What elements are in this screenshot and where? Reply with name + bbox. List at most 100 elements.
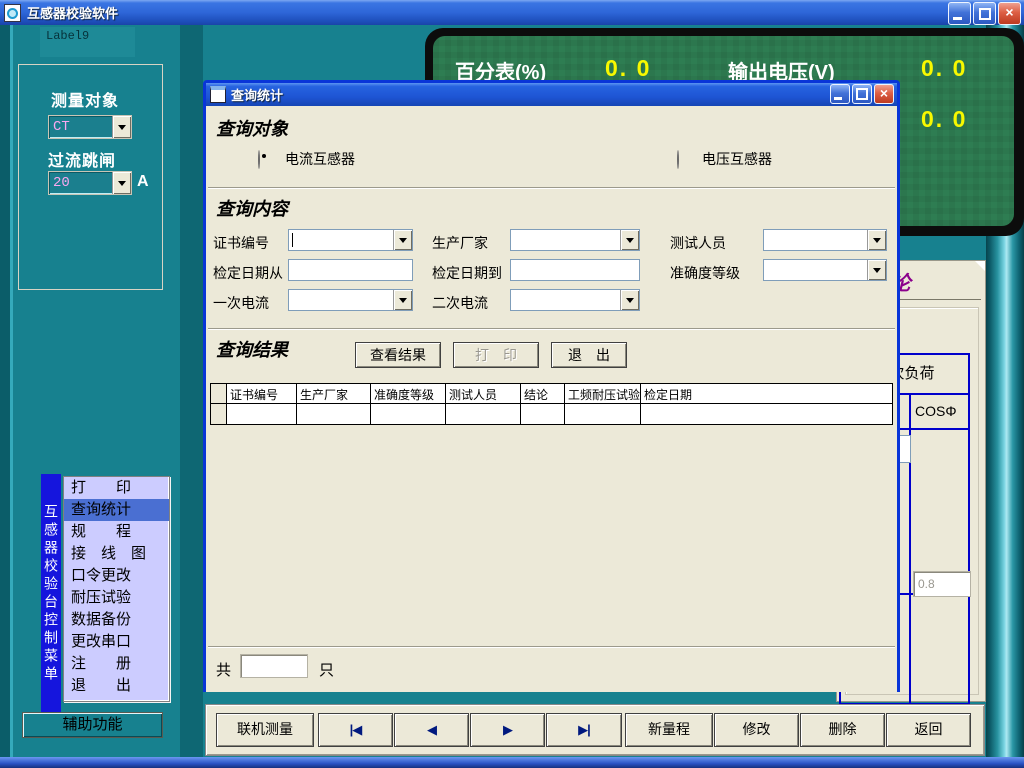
secondary-current-dropdown-button[interactable]: [620, 290, 639, 310]
window-left-edge-highlight: [10, 25, 13, 768]
close-button[interactable]: ×: [998, 2, 1021, 25]
online-measure-button[interactable]: 联机测量: [216, 713, 314, 747]
panel-fold-corner: [975, 261, 985, 271]
primary-current-dropdown-button[interactable]: [393, 290, 412, 310]
radio-current-transformer[interactable]: [258, 150, 260, 169]
radio-voltage-transformer[interactable]: [677, 150, 679, 169]
lcd-voltage-value: 0. 0: [921, 55, 967, 82]
primary-current-combobox[interactable]: [288, 289, 413, 311]
chevron-down-icon: [118, 125, 126, 130]
nav-first-icon: |◀: [350, 722, 362, 737]
dialog-minimize-button[interactable]: [830, 84, 850, 104]
nav-last-icon: ▶|: [578, 722, 590, 737]
accuracy-combobox[interactable]: [763, 259, 887, 281]
row-selector-cell: [211, 404, 227, 424]
dialog-body: 查询对象 电流互感器 电压互感器 查询内容 证书编号 生产厂家 测试人员 检定日…: [206, 106, 897, 692]
trip-combobox[interactable]: 20: [48, 171, 132, 195]
cos-phi-input-top[interactable]: [913, 571, 971, 597]
menu-item-password-change[interactable]: 口令更改: [64, 565, 169, 587]
total-label: 共: [216, 659, 231, 680]
menu-item-data-backup[interactable]: 数据备份: [64, 609, 169, 631]
col-header-tester: 测试人员: [446, 384, 521, 403]
date-to-input[interactable]: [510, 259, 640, 281]
secondary-current-label: 二次电流: [432, 293, 488, 313]
menu-item-exit[interactable]: 退 出: [64, 675, 169, 697]
date-to-label: 检定日期到: [432, 263, 502, 283]
trip-unit-label: A: [137, 173, 149, 191]
manufacturer-dropdown-button[interactable]: [620, 230, 639, 250]
results-grid-header-row: 证书编号 生产厂家 准确度等级 测试人员 结论 工频耐压试验 检定日期: [211, 384, 892, 404]
nav-prev-button[interactable]: ◀: [394, 713, 469, 747]
trip-dropdown-button[interactable]: [112, 172, 131, 194]
dialog-maximize-button[interactable]: [852, 84, 872, 104]
chevron-down-icon: [118, 181, 126, 186]
aux-function-button[interactable]: 辅助功能: [22, 712, 163, 738]
section-divider: [208, 328, 895, 330]
menu-item-query-stats[interactable]: 查询统计: [64, 499, 169, 521]
unit-label: 只: [319, 659, 334, 680]
nav-prev-icon: ◀: [427, 722, 436, 737]
lcd-voltage-value-2: 0. 0: [921, 106, 967, 133]
modify-button[interactable]: 修改: [714, 713, 799, 747]
menu-item-serial-port[interactable]: 更改串口: [64, 631, 169, 653]
nav-first-button[interactable]: |◀: [318, 713, 393, 747]
minimize-icon: [834, 97, 842, 100]
radio-voltage-transformer-label[interactable]: 电压互感器: [702, 149, 772, 169]
minimize-icon: [953, 17, 962, 20]
chevron-down-icon: [873, 268, 881, 273]
tester-dropdown-button[interactable]: [867, 230, 886, 250]
menu-item-regulation[interactable]: 规 程: [64, 521, 169, 543]
nav-last-button[interactable]: ▶|: [546, 713, 622, 747]
footer-divider: [208, 646, 895, 648]
restore-button[interactable]: [973, 2, 996, 25]
chevron-down-icon: [399, 298, 407, 303]
measurement-panel: 测量对象 CT 过流跳闸 20 A: [18, 64, 163, 290]
maximize-icon: [856, 88, 868, 100]
col-header-date: 检定日期: [641, 384, 892, 403]
nav-next-button[interactable]: ▶: [470, 713, 545, 747]
chevron-down-icon: [626, 298, 634, 303]
col-header-conclusion: 结论: [521, 384, 565, 403]
total-count-input[interactable]: [240, 654, 308, 678]
dialog-close-button[interactable]: ×: [874, 84, 894, 104]
row-selector-header: [211, 384, 227, 403]
print-button[interactable]: 打 印: [453, 342, 539, 368]
chevron-down-icon: [873, 238, 881, 243]
delete-button[interactable]: 删除: [800, 713, 885, 747]
bottom-toolbar: 联机测量 |◀ ◀ ▶ ▶| 新量程 修改 删除 返回: [205, 704, 985, 756]
menu-item-register[interactable]: 注 册: [64, 653, 169, 675]
date-from-input[interactable]: [288, 259, 413, 281]
col-header-withstand: 工频耐压试验: [565, 384, 641, 403]
minimize-button[interactable]: [948, 2, 971, 25]
menu-item-withstand-test[interactable]: 耐压试验: [64, 587, 169, 609]
results-grid[interactable]: 证书编号 生产厂家 准确度等级 测试人员 结论 工频耐压试验 检定日期: [210, 383, 893, 425]
col-header-accuracy: 准确度等级: [371, 384, 446, 403]
col-header-cert-no: 证书编号: [227, 384, 297, 403]
tester-combobox[interactable]: [763, 229, 887, 251]
accuracy-label: 准确度等级: [670, 263, 740, 283]
menu-item-wiring-diagram[interactable]: 接 线 图: [64, 543, 169, 565]
results-grid-empty-row: [211, 404, 892, 424]
radio-current-transformer-label[interactable]: 电流互感器: [285, 149, 355, 169]
cert-no-label: 证书编号: [213, 233, 269, 253]
back-button[interactable]: 返回: [886, 713, 971, 747]
view-results-button[interactable]: 查看结果: [355, 342, 441, 368]
measure-object-dropdown-button[interactable]: [112, 116, 131, 138]
control-menu-title-strip: 互感器校验台控制菜单: [41, 474, 61, 714]
measure-object-combobox[interactable]: CT: [48, 115, 132, 139]
new-range-button[interactable]: 新量程: [625, 713, 713, 747]
cos-phi-header: COSΦ: [915, 403, 957, 419]
manufacturer-combobox[interactable]: [510, 229, 640, 251]
menu-item-print[interactable]: 打 印: [64, 477, 169, 499]
cert-no-combobox[interactable]: [288, 229, 413, 251]
text-caret: [292, 233, 293, 247]
secondary-current-combobox[interactable]: [510, 289, 640, 311]
measure-object-label: 测量对象: [51, 87, 119, 111]
chevron-down-icon: [399, 238, 407, 243]
dialog-title: 查询统计: [231, 85, 283, 104]
cert-no-dropdown-button[interactable]: [393, 230, 412, 250]
exit-button[interactable]: 退 出: [551, 342, 627, 368]
accuracy-dropdown-button[interactable]: [867, 260, 886, 280]
manufacturer-label: 生产厂家: [432, 233, 488, 253]
section-divider: [208, 187, 895, 189]
